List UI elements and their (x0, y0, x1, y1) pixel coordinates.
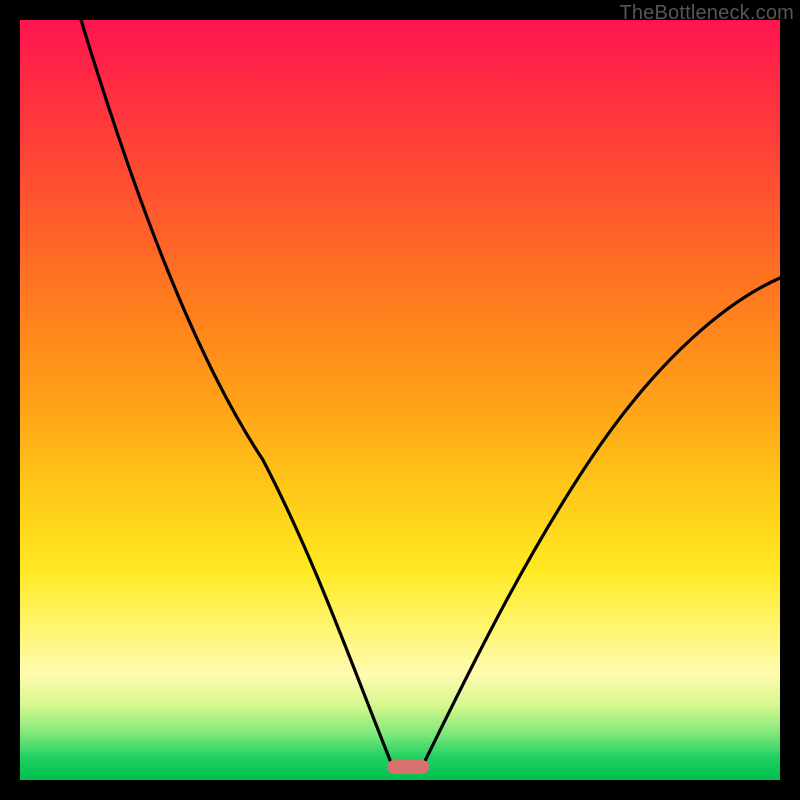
bottleneck-curve (20, 20, 780, 780)
curve-left (81, 20, 392, 765)
chart-frame: TheBottleneck.com (0, 0, 800, 800)
curve-right (423, 278, 780, 765)
plot-area (20, 20, 780, 780)
optimal-marker (387, 760, 429, 774)
